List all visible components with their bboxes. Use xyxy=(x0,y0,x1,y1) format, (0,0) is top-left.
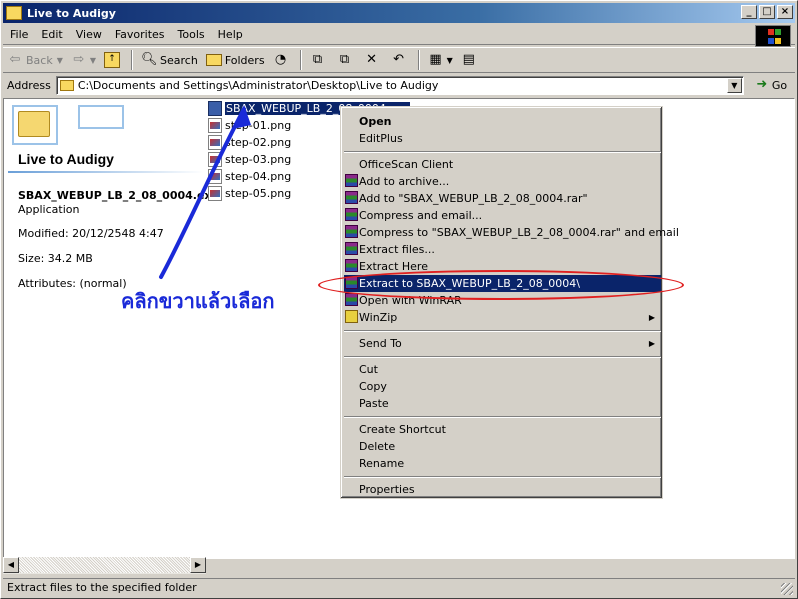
menu-item-open[interactable]: Open xyxy=(344,113,661,130)
menu-item-label: Paste xyxy=(359,397,389,410)
menu-item-editplus[interactable]: EditPlus xyxy=(344,130,661,147)
menu-item-label: Open xyxy=(359,115,392,128)
explorer-window: Live to Audigy _ □ × File Edit View Favo… xyxy=(0,0,798,599)
menu-item-label: Extract files... xyxy=(359,243,435,256)
menu-item-label: Add to "SBAX_WEBUP_LB_2_08_0004.rar" xyxy=(359,192,588,205)
menu-item-add-to-rar[interactable]: Add to "SBAX_WEBUP_LB_2_08_0004.rar" xyxy=(344,190,661,207)
menu-separator xyxy=(344,416,661,418)
annotation-ellipse xyxy=(318,270,684,300)
menu-item-paste[interactable]: Paste xyxy=(344,395,661,412)
menu-separator xyxy=(344,356,661,358)
menu-item-label: Delete xyxy=(359,440,396,453)
menu-item-label: OfficeScan Client xyxy=(359,158,454,171)
status-text: Extract files to the specified folder xyxy=(7,581,197,594)
menu-item-cut[interactable]: Cut xyxy=(344,361,661,378)
menu-item-label: Cut xyxy=(359,363,378,376)
menu-item-label: Copy xyxy=(359,380,387,393)
annotation-text: คลิกขวาแล้วเลือก xyxy=(121,289,275,313)
menu-item-properties[interactable]: Properties xyxy=(344,481,661,498)
winrar-icon xyxy=(345,208,358,221)
menu-item-extract-files[interactable]: Extract files... xyxy=(344,241,661,258)
status-bar: Extract files to the specified folder xyxy=(3,578,795,596)
menu-separator xyxy=(344,330,661,332)
menu-item-send-to[interactable]: Send To ▶ xyxy=(344,335,661,352)
menu-item-label: Compress to "SBAX_WEBUP_LB_2_08_0004.rar… xyxy=(359,226,679,239)
menu-item-winzip[interactable]: WinZip ▶ xyxy=(344,309,661,326)
menu-item-label: Create Shortcut xyxy=(359,423,446,436)
context-menu: Open EditPlus OfficeScan Client Add to a… xyxy=(340,106,679,499)
menu-item-compress-to-rar-email[interactable]: Compress to "SBAX_WEBUP_LB_2_08_0004.rar… xyxy=(344,224,679,241)
menu-item-label: EditPlus xyxy=(359,132,403,145)
winrar-icon xyxy=(345,225,358,238)
menu-item-copy[interactable]: Copy xyxy=(344,378,661,395)
resize-grip[interactable] xyxy=(781,583,793,595)
winrar-icon xyxy=(345,174,358,187)
winrar-icon xyxy=(345,191,358,204)
winrar-icon xyxy=(345,293,358,306)
menu-item-label: Add to archive... xyxy=(359,175,450,188)
submenu-arrow-icon: ▶ xyxy=(648,339,655,348)
scroll-right-button[interactable]: ▶ xyxy=(190,557,206,573)
menu-item-create-shortcut[interactable]: Create Shortcut xyxy=(344,421,661,438)
scroll-left-button[interactable]: ◀ xyxy=(3,557,19,573)
scroll-track[interactable] xyxy=(19,557,190,573)
menu-separator xyxy=(344,151,661,153)
menu-item-label: Compress and email... xyxy=(359,209,483,222)
menu-item-label: Send To xyxy=(359,337,402,350)
menu-item-delete[interactable]: Delete xyxy=(344,438,661,455)
winrar-icon xyxy=(345,242,358,255)
menu-item-compress-email[interactable]: Compress and email... xyxy=(344,207,661,224)
menu-item-rename[interactable]: Rename xyxy=(344,455,661,472)
menu-item-label: Properties xyxy=(359,483,415,496)
menu-item-label: WinZip xyxy=(359,311,398,324)
submenu-arrow-icon: ▶ xyxy=(648,313,655,322)
winrar-icon xyxy=(345,259,358,272)
menu-separator xyxy=(344,476,661,478)
menu-item-add-to-archive[interactable]: Add to archive... xyxy=(344,173,661,190)
horizontal-scrollbar[interactable]: ◀ ▶ xyxy=(3,557,206,574)
menu-item-officescan[interactable]: OfficeScan Client xyxy=(344,156,661,173)
winzip-icon xyxy=(345,310,358,323)
menu-item-label: Rename xyxy=(359,457,405,470)
